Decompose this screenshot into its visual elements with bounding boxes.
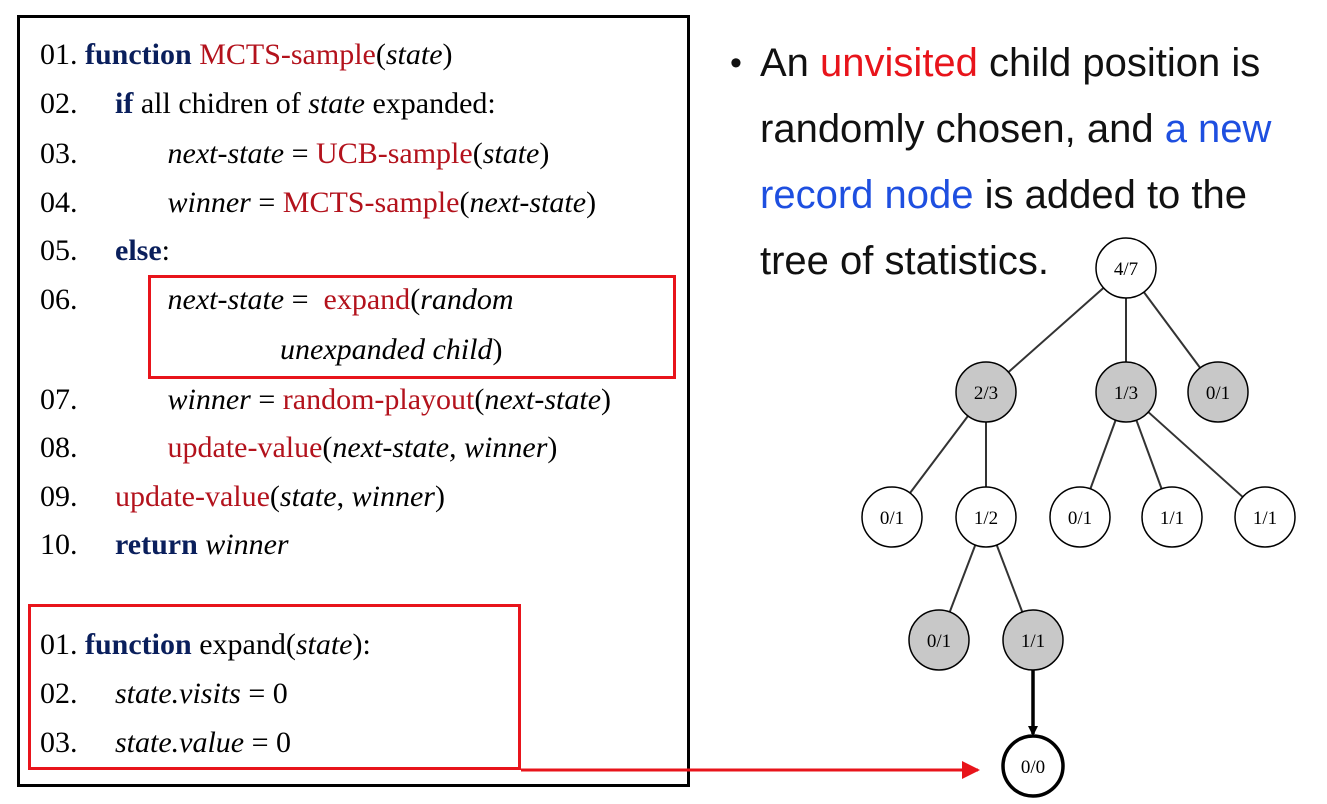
tree-node-label: 1/1 (1160, 508, 1184, 529)
tree-node-label: 1/1 (1253, 508, 1277, 529)
tree-edge (1147, 411, 1244, 498)
tree-edge (1135, 419, 1163, 490)
tree-edge (1007, 287, 1105, 373)
tree-edge (1143, 291, 1201, 369)
tree-edge (995, 544, 1024, 613)
tree-node-label: 2/3 (974, 383, 998, 404)
tree-node-label: 0/1 (1068, 508, 1092, 529)
tree-node-label: 1/3 (1114, 383, 1138, 404)
tree-node-label: 0/1 (880, 508, 904, 529)
tree-edge (948, 544, 977, 613)
tree-edge (909, 415, 969, 494)
tree-node-label: 1/1 (1021, 631, 1045, 652)
statistics-tree: 4/7 2/3 1/3 0/1 0/1 1/2 0/1 1/1 1/1 0/1 1/1 0/0 (521, 237, 1296, 798)
tree-node-label: 0/0 (1021, 757, 1045, 778)
tree-node-label: 0/1 (1206, 383, 1230, 404)
tree-node-label: 4/7 (1114, 259, 1138, 280)
tree-node-label: 0/1 (927, 631, 951, 652)
tree-edge (1089, 419, 1117, 490)
tree-node-label: 1/2 (974, 508, 998, 529)
